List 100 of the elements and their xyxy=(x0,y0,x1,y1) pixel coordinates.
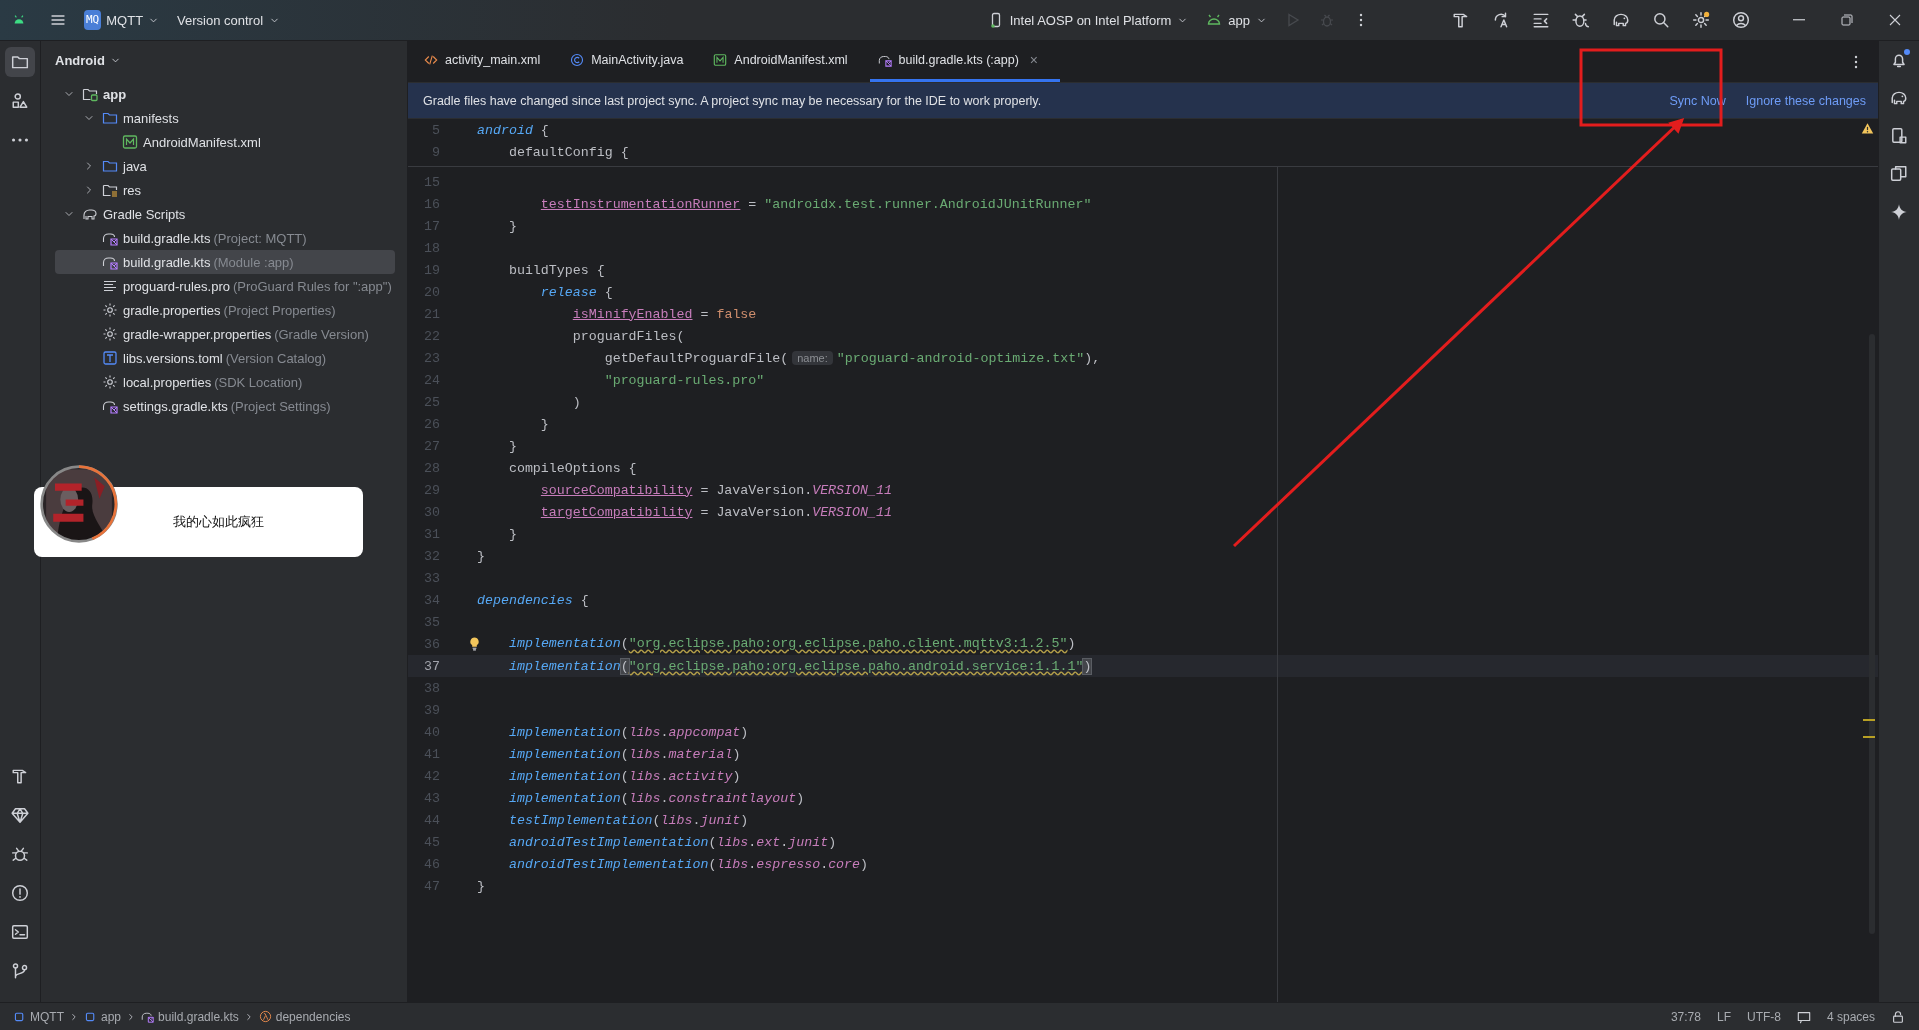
android-icon xyxy=(12,13,26,27)
account-icon xyxy=(1732,11,1750,29)
terminal-icon xyxy=(11,923,29,941)
breadcrumb[interactable]: build.gradle.kts xyxy=(138,1007,242,1026)
manifest-file-icon xyxy=(713,53,728,67)
scrollbar-thumb[interactable] xyxy=(1869,334,1875,934)
project-view-selector[interactable]: Android xyxy=(55,45,121,82)
code-line: implementation("org.eclipse.paho:org.eclipse.paho.android.service:1.1.1") xyxy=(507,658,1092,674)
tree-item[interactable]: libs.versions.toml (Version Catalog) xyxy=(55,346,395,370)
code-line: testInstrumentationRunner = "androidx.test.runner.AndroidJUnitRunner" xyxy=(539,196,1092,212)
line-number: 37 xyxy=(423,658,440,674)
bug-icon xyxy=(1572,11,1590,29)
tree-item[interactable]: java xyxy=(55,154,395,178)
code-line: implementation(libs.activity) xyxy=(507,768,741,784)
warning-marker[interactable] xyxy=(1863,736,1875,738)
tree-item[interactable]: AndroidManifest.xml xyxy=(55,130,395,154)
tree-item[interactable]: gradle-wrapper.properties (Gradle Version) xyxy=(55,322,395,346)
code-line: "proguard-rules.pro" xyxy=(603,372,765,388)
code-line: } xyxy=(507,438,517,454)
gradle-kotlin-file-icon xyxy=(877,53,892,67)
restore-icon xyxy=(1839,12,1855,28)
code-line: implementation("org.eclipse.paho:org.eclipse.paho.client.mqttv3:1.2.5") xyxy=(477,636,1076,652)
folder-tool-button[interactable] xyxy=(5,47,35,77)
breadcrumb[interactable]: app xyxy=(81,1007,125,1026)
code-line: implementation(libs.material) xyxy=(507,746,741,762)
file-encoding[interactable]: UTF-8 xyxy=(1738,1007,1789,1026)
code-line: ) xyxy=(571,394,581,410)
tree-item[interactable]: proguard-rules.pro (ProGuard Rules for ":app") xyxy=(55,274,395,298)
code-line: buildTypes { xyxy=(507,262,605,278)
code-line: targetCompatibility = JavaVersion.VERSION_11 xyxy=(539,504,892,520)
code-line: implementation(libs.constraintlayout) xyxy=(507,790,805,806)
running-devices-icon xyxy=(1890,165,1908,183)
structure-icon xyxy=(11,92,29,110)
manifest-file-icon xyxy=(122,134,138,150)
close-icon xyxy=(1887,12,1903,28)
code-line: sourceCompatibility = JavaVersion.VERSION_11 xyxy=(539,482,892,498)
tree-item[interactable]: settings.gradle.kts (Project Settings) xyxy=(55,394,395,418)
run-config-selector[interactable]: app xyxy=(1200,6,1273,34)
hammer-icon xyxy=(11,767,29,785)
run-icon xyxy=(1285,12,1301,28)
settings-icon xyxy=(1692,11,1710,29)
code-line: isMinifyEnabled = false xyxy=(571,306,757,322)
line-separator[interactable]: LF xyxy=(1708,1007,1739,1026)
code-line: } xyxy=(477,878,485,894)
folder-icon xyxy=(102,158,118,174)
module-icon xyxy=(84,1010,97,1023)
sparkle-icon xyxy=(1890,203,1908,221)
warning-icon xyxy=(11,884,29,902)
editor-tab[interactable]: AndroidManifest.xml xyxy=(705,41,870,82)
lightbulb-icon[interactable] xyxy=(467,636,482,652)
song-title: 我的心如此疯狂 xyxy=(173,513,264,531)
ignore-changes-link[interactable]: Ignore these changes xyxy=(1745,93,1866,108)
code-line: implementation(libs.appcompat) xyxy=(507,724,749,740)
version-control-menu[interactable]: Version control xyxy=(171,6,287,34)
warning-marker[interactable] xyxy=(1863,719,1875,721)
indent-setting[interactable]: 4 spaces xyxy=(1818,1007,1883,1026)
code-line: androidTestImplementation(libs.espresso.core) xyxy=(507,856,869,872)
code-line: proguardFiles( xyxy=(571,328,685,344)
module-folder-icon xyxy=(82,86,98,102)
tree-item[interactable]: local.properties (SDK Location) xyxy=(55,370,395,394)
editor-tab[interactable]: activity_main.xml xyxy=(416,41,563,82)
tree-item[interactable]: res xyxy=(55,178,395,202)
notification-message: Gradle files have changed since last project sync. A project sync may be necessary for the IDE to work properly. xyxy=(423,93,1042,108)
code-line: } xyxy=(507,526,517,542)
unlocked-icon xyxy=(1891,1009,1905,1024)
warning-icon[interactable] xyxy=(1861,122,1874,135)
resource-folder-icon xyxy=(102,182,118,198)
code-line: getDefaultProguardFile( name: "proguard-android-optimize.txt"), xyxy=(603,350,1101,366)
code-line: defaultConfig { xyxy=(507,144,629,160)
breadcrumb[interactable]: dependencies xyxy=(255,1007,354,1026)
menu-icon xyxy=(50,12,66,28)
gradle-kotlin-file-icon xyxy=(102,230,118,246)
chevron-right-icon xyxy=(69,1011,79,1022)
gear-icon xyxy=(102,326,118,342)
folder-icon xyxy=(102,110,118,126)
tree-item[interactable]: build.gradle.kts (Project: MQTT) xyxy=(55,226,395,250)
gear-icon xyxy=(102,302,118,318)
gem-icon xyxy=(11,806,29,824)
project-badge: MQ xyxy=(84,10,102,30)
gradle-kotlin-file-icon xyxy=(102,254,118,270)
tree-item[interactable]: manifests xyxy=(55,106,395,130)
project-selector[interactable]: MQ MQTT xyxy=(78,6,166,34)
code-line: release { xyxy=(539,284,613,300)
tree-item[interactable]: app xyxy=(55,82,395,106)
caret-position[interactable]: 37:78 xyxy=(1662,1007,1709,1026)
tree-item[interactable]: gradle.properties (Project Properties) xyxy=(55,298,395,322)
gradle-kotlin-file-icon xyxy=(141,1010,155,1023)
module-icon xyxy=(13,1010,26,1023)
tree-item[interactable]: Gradle Scripts xyxy=(55,202,395,226)
git-icon xyxy=(11,962,29,980)
breadcrumb[interactable]: MQTT xyxy=(10,1007,67,1026)
device-selector[interactable]: Intel AOSP on Intel Platform xyxy=(981,6,1195,34)
search-icon xyxy=(1652,11,1670,29)
code-line: } xyxy=(507,218,517,234)
hammer-icon xyxy=(1452,11,1470,29)
close-tab-button[interactable]: × xyxy=(1029,52,1038,68)
editor-tab[interactable]: MainActivity.java xyxy=(562,41,706,82)
tree-item[interactable]: build.gradle.kts (Module :app) xyxy=(55,250,395,274)
text-file-icon xyxy=(102,278,118,294)
lambda-icon xyxy=(258,1010,272,1023)
